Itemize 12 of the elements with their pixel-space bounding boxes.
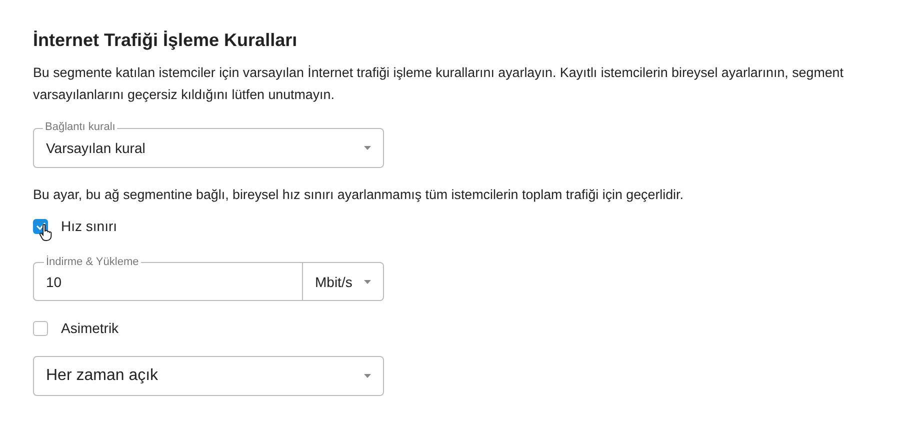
note-text: Bu ayar, bu ağ segmentine bağlı, bireysel hız sınırı ayarlanmamış tüm istemcilerin toplam trafiği için geçerlidir. — [33, 186, 684, 204]
checkbox-label: Asimetrik — [61, 320, 119, 336]
hand-cursor-icon — [39, 224, 52, 241]
description-text: Bu segmente katılan istemciler için varsayılan İnternet trafiği işleme kurallarını ayarlayın. Kayıtlı istemcilerin bireysel ayarlarının, segment varsayılanlarını geçersiz kıldığını lütfen unutmayın. — [33, 64, 844, 104]
schedule-select[interactable]: Her zaman açık — [33, 356, 384, 396]
field-label: Bağlantı kuralı — [43, 120, 118, 134]
check-icon — [36, 222, 46, 230]
section-title: İnternet Trafiği İşleme Kuralları — [33, 29, 298, 52]
checkbox[interactable] — [33, 320, 48, 336]
caret-icon — [364, 146, 371, 150]
caret-icon — [364, 374, 371, 378]
checkbox-label: Hız sınırı — [61, 218, 118, 234]
